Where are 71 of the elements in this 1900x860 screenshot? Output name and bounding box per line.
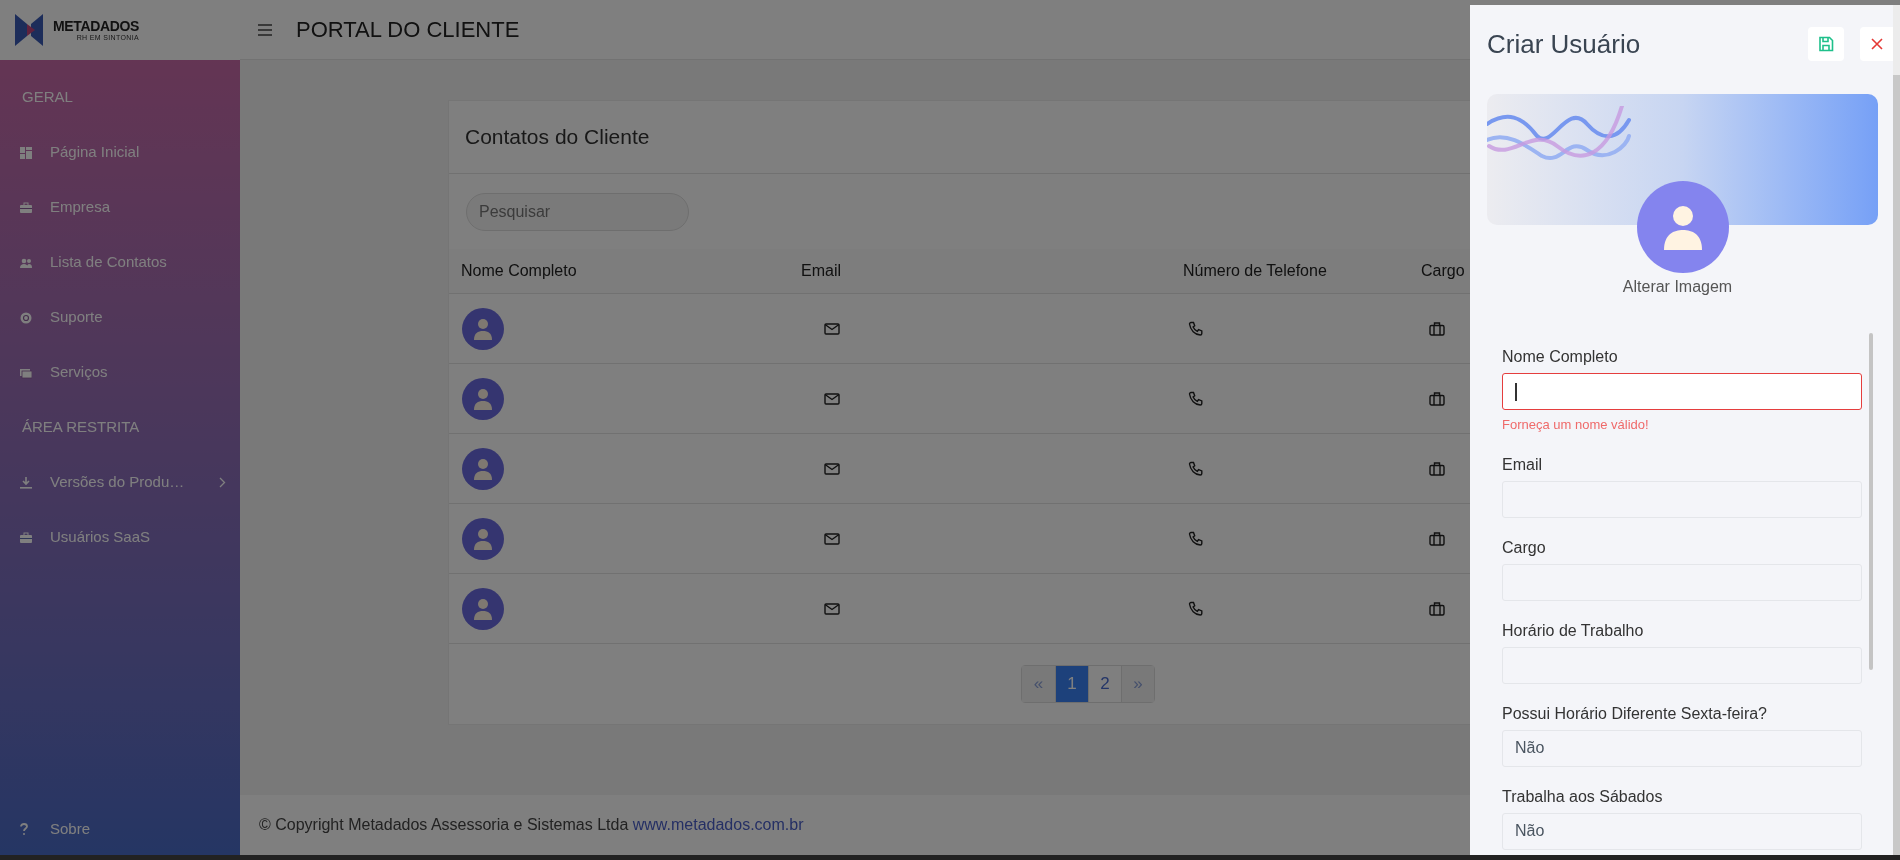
briefcase-icon xyxy=(1429,601,1445,616)
menu-icon[interactable] xyxy=(258,23,272,36)
field-label: Trabalha aos Sábados xyxy=(1502,786,1664,807)
briefcase-icon xyxy=(1429,531,1445,546)
sidebar-item[interactable]: Empresa xyxy=(0,180,240,235)
previous-page-button[interactable]: « xyxy=(1022,666,1055,702)
save-icon xyxy=(1818,36,1834,52)
section-title: ÁREA RESTRITA xyxy=(22,417,140,438)
mail-icon xyxy=(824,602,840,615)
website-link[interactable]: www.metadados.com.br xyxy=(632,816,804,833)
phone-icon xyxy=(1188,600,1204,617)
field-label: Nome Completo xyxy=(1502,347,1619,367)
briefcase-icon xyxy=(20,531,32,544)
card-title: Contatos do Cliente xyxy=(465,124,650,151)
logo-name: METADADOS xyxy=(53,19,140,33)
briefcase-icon xyxy=(1429,461,1445,476)
sidebar-item[interactable]: Suporte xyxy=(0,290,240,345)
column-header: Cargo xyxy=(1421,261,1466,281)
avatar-icon xyxy=(462,587,504,630)
column-header: Nome Completo xyxy=(461,261,578,281)
column-header: Email xyxy=(801,261,842,281)
column-header: Número de Telefone xyxy=(1183,261,1328,281)
sidebar-item[interactable]: Usuários SaaS xyxy=(0,510,240,565)
mail-icon xyxy=(824,532,840,545)
page-button[interactable]: 1 xyxy=(1055,666,1088,702)
money-icon xyxy=(20,366,32,379)
avatar-icon xyxy=(462,517,504,560)
search-field[interactable]: Pesquisar xyxy=(466,192,689,231)
mail-icon xyxy=(824,392,840,405)
help-icon xyxy=(20,823,28,835)
sidebar-item[interactable]: Página Inicial xyxy=(0,125,240,180)
briefcase-icon xyxy=(1429,391,1445,406)
avatar-icon xyxy=(462,447,504,490)
section-title: GERAL xyxy=(22,87,73,108)
change-image-link[interactable]: Alterar Imagem xyxy=(1622,275,1733,299)
sidebar-item[interactable]: Versões do Produ… xyxy=(0,455,240,510)
input-field[interactable]: Não xyxy=(1502,729,1862,767)
sidebar-item[interactable]: Lista de Contatos xyxy=(0,235,240,290)
download-icon xyxy=(20,476,32,489)
avatar-icon xyxy=(462,307,504,350)
next-page-button[interactable]: » xyxy=(1121,666,1154,702)
support-icon xyxy=(20,311,32,324)
mail-icon xyxy=(824,462,840,475)
phone-icon xyxy=(1188,530,1204,547)
field-label: Cargo xyxy=(1502,537,1547,558)
mail-icon xyxy=(824,322,840,335)
briefcase-icon xyxy=(1429,321,1445,336)
phone-icon xyxy=(1188,390,1204,407)
input-field[interactable] xyxy=(1502,373,1862,410)
briefcase-icon xyxy=(20,201,32,214)
logo-icon xyxy=(15,12,43,48)
field-label: Email xyxy=(1502,454,1543,475)
sidebar-item[interactable]: Serviços xyxy=(0,345,240,400)
copyright-text: © Copyright Metadados Assessoria e Sistemas Ltda www.metadados.com.br xyxy=(259,815,804,835)
field-label: Possui Horário Diferente Sexta-feira? xyxy=(1502,703,1768,724)
drawer-scrollbar[interactable] xyxy=(1893,75,1900,855)
form-scrollbar[interactable] xyxy=(1869,333,1873,670)
close-button[interactable] xyxy=(1860,27,1893,61)
phone-icon xyxy=(1188,320,1204,337)
page-title: PORTAL DO CLIENTE xyxy=(296,16,520,44)
save-button[interactable] xyxy=(1808,27,1844,61)
dashboard-icon xyxy=(20,146,32,159)
input-field[interactable]: Não xyxy=(1502,812,1862,850)
phone-icon xyxy=(1188,460,1204,477)
avatar-icon xyxy=(462,377,504,420)
close-icon xyxy=(1870,38,1883,50)
sidebar-item[interactable]: Sobre xyxy=(0,809,240,849)
people-icon xyxy=(20,256,32,269)
field-label: Horário de Trabalho xyxy=(1502,620,1645,641)
error-message: Forneça um nome válido! xyxy=(1502,416,1650,434)
drawer-title: Criar Usuário xyxy=(1487,27,1641,61)
